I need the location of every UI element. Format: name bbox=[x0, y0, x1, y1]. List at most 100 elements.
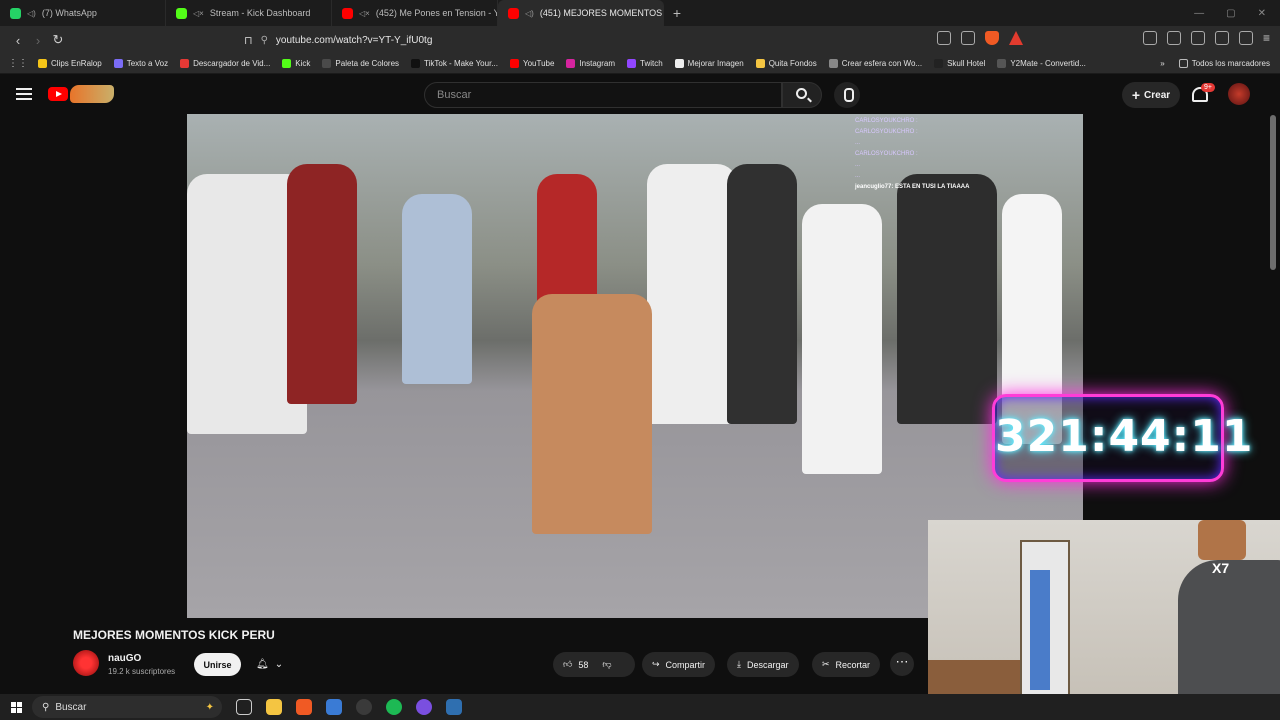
bookmark-item[interactable]: Paleta de Colores bbox=[322, 59, 399, 68]
brave-rewards-icon[interactable] bbox=[1008, 31, 1023, 45]
bookmark-item[interactable]: YouTube bbox=[509, 59, 555, 68]
obs-icon[interactable] bbox=[356, 699, 372, 715]
subscriber-count: 19.2 k suscriptores bbox=[108, 667, 176, 676]
like-count: 58 bbox=[578, 659, 589, 670]
video-figure bbox=[727, 164, 797, 424]
cast-icon[interactable] bbox=[936, 31, 951, 45]
video-figure bbox=[802, 204, 882, 474]
extensions-icon[interactable] bbox=[1142, 31, 1157, 45]
more-bookmarks-icon[interactable]: » bbox=[1160, 59, 1164, 68]
address-bar[interactable]: ⊓ ⚲ youtube.com/watch?v=YT-Y_ifU0tg bbox=[244, 29, 884, 51]
task-view-icon[interactable] bbox=[236, 699, 252, 715]
bookmark-item[interactable]: Texto a Voz bbox=[113, 59, 169, 68]
maximize-icon[interactable]: ▢ bbox=[1226, 8, 1235, 19]
bookmark-item[interactable]: Quita Fondos bbox=[755, 59, 817, 68]
download-icon: ⤓ bbox=[737, 659, 741, 669]
chat-line: jeancuglio77: ESTA EN TUSI LA TIAAAA bbox=[855, 184, 970, 190]
bookmark-favicon-icon bbox=[180, 59, 190, 68]
tab-kick-dashboard[interactable]: ◁× Stream - Kick Dashboard bbox=[166, 0, 332, 26]
user-avatar[interactable] bbox=[1228, 83, 1250, 105]
youtube-header: Buscar + Crear 9+ bbox=[0, 75, 1280, 115]
share-button[interactable]: ↪ Compartir bbox=[642, 652, 716, 677]
brave-browser-icon[interactable] bbox=[296, 699, 312, 715]
bookmark-item[interactable]: Descargador de Vid... bbox=[180, 59, 270, 68]
back-icon[interactable]: ‹ bbox=[8, 33, 28, 48]
search-input[interactable]: Buscar bbox=[424, 82, 782, 108]
bookmark-item[interactable]: Crear esfera con Wo... bbox=[828, 59, 922, 68]
voice-search-icon[interactable] bbox=[834, 82, 860, 108]
bookmark-item[interactable]: Twitch bbox=[627, 59, 663, 68]
join-button[interactable]: Unirse bbox=[194, 653, 241, 676]
create-button[interactable]: + Crear bbox=[1122, 82, 1180, 108]
wallet-icon[interactable] bbox=[1214, 31, 1229, 45]
bookmark-item[interactable]: Clips EnRalop bbox=[38, 59, 102, 68]
bookmark-item[interactable]: TikTok - Make Your... bbox=[411, 59, 498, 68]
taskbar-apps bbox=[236, 699, 462, 715]
youtube-icon bbox=[342, 7, 353, 19]
search-button[interactable] bbox=[782, 82, 822, 108]
clip-button[interactable]: ✂ Recortar bbox=[812, 652, 881, 677]
chat-line: ... bbox=[855, 173, 861, 179]
tab-youtube-tension[interactable]: ◁× (452) Me Pones en Tension - You bbox=[332, 0, 498, 26]
site-info-icon[interactable]: ⚲ bbox=[261, 35, 268, 46]
store-icon[interactable] bbox=[326, 699, 342, 715]
bookmark-label: YouTube bbox=[522, 59, 555, 68]
sparkle-icon: ✦ bbox=[205, 701, 214, 713]
tab-whatsapp[interactable]: ◁) (7) WhatsApp bbox=[0, 0, 166, 26]
new-tab-button[interactable]: + bbox=[664, 5, 690, 21]
browser-toolbar: ‹ › ↻ ⊓ ⚲ youtube.com/watch?v=YT-Y_ifU0t… bbox=[0, 26, 1280, 54]
tab-youtube-active[interactable]: ◁) (451) MEJORES MOMENTOS ✕ bbox=[498, 0, 664, 26]
minimize-icon[interactable]: — bbox=[1194, 8, 1204, 19]
sidebar-icon[interactable] bbox=[1166, 31, 1181, 45]
notification-badge: 9+ bbox=[1201, 83, 1215, 92]
share-icon[interactable] bbox=[960, 31, 975, 45]
spotify-icon[interactable] bbox=[386, 699, 402, 715]
all-bookmarks[interactable]: Todos los marcadores bbox=[1178, 59, 1270, 68]
apps-grid-icon[interactable]: ⋮⋮ bbox=[8, 58, 28, 69]
download-button[interactable]: ⤓ Descargar bbox=[727, 652, 799, 677]
more-actions-button[interactable]: ⋯ bbox=[890, 652, 914, 676]
youtube-doodle[interactable] bbox=[70, 85, 114, 103]
bookmark-item[interactable]: Y2Mate - Convertid... bbox=[997, 59, 1086, 68]
guide-menu-icon[interactable] bbox=[16, 88, 32, 100]
bookmark-item[interactable]: Kick bbox=[282, 59, 310, 68]
bookmark-item[interactable]: Skull Hotel bbox=[934, 59, 985, 68]
speaker-icon: ◁) bbox=[525, 8, 534, 18]
subscription-bell-button[interactable]: 🔔︎ ⌄ bbox=[250, 653, 295, 676]
bookmark-favicon-icon bbox=[113, 59, 123, 68]
bookmark-label: Texto a Voz bbox=[126, 59, 169, 68]
close-window-icon[interactable]: ✕ bbox=[1258, 8, 1266, 19]
brave-shields-icon[interactable] bbox=[984, 31, 999, 45]
bookmark-item[interactable]: Mejorar Imagen bbox=[674, 59, 744, 68]
channel-avatar[interactable] bbox=[73, 650, 99, 676]
start-button[interactable] bbox=[0, 701, 32, 713]
app-icon[interactable] bbox=[446, 699, 462, 715]
stream-timer: 321:44:11 bbox=[995, 411, 1254, 462]
bookmark-page-icon[interactable]: ⊓ bbox=[244, 34, 253, 47]
chat-line: ... bbox=[855, 162, 861, 168]
media-icon[interactable] bbox=[1190, 31, 1205, 45]
reload-icon[interactable]: ↻ bbox=[48, 32, 68, 48]
dislike-icon[interactable]: 👎︎ bbox=[602, 659, 611, 670]
video-figure bbox=[402, 194, 472, 384]
bookmark-item[interactable]: Instagram bbox=[566, 59, 615, 68]
video-figure bbox=[647, 164, 737, 424]
bookmark-label: Y2Mate - Convertid... bbox=[1010, 59, 1086, 68]
channel-name[interactable]: nauGO bbox=[108, 653, 141, 664]
bookmark-label: Clips EnRalop bbox=[51, 59, 102, 68]
wardrobe bbox=[1020, 540, 1070, 700]
chat-line: ... bbox=[855, 140, 861, 146]
bookmark-label: Paleta de Colores bbox=[335, 59, 400, 68]
windows-icon bbox=[10, 701, 22, 713]
taskbar-search[interactable]: ⚲ Buscar ✦ bbox=[32, 696, 222, 718]
vpn-icon[interactable] bbox=[1238, 31, 1253, 45]
plus-icon: + bbox=[1131, 87, 1141, 103]
like-icon[interactable]: 👍︎ bbox=[563, 659, 572, 670]
discord-icon[interactable] bbox=[416, 699, 432, 715]
bookmark-favicon-icon bbox=[997, 59, 1007, 68]
menu-icon[interactable]: ≡ bbox=[1263, 31, 1270, 45]
page-scrollbar[interactable] bbox=[1270, 115, 1276, 270]
file-explorer-icon[interactable] bbox=[266, 699, 282, 715]
youtube-logo[interactable] bbox=[48, 87, 68, 101]
forward-icon[interactable]: › bbox=[28, 33, 48, 48]
